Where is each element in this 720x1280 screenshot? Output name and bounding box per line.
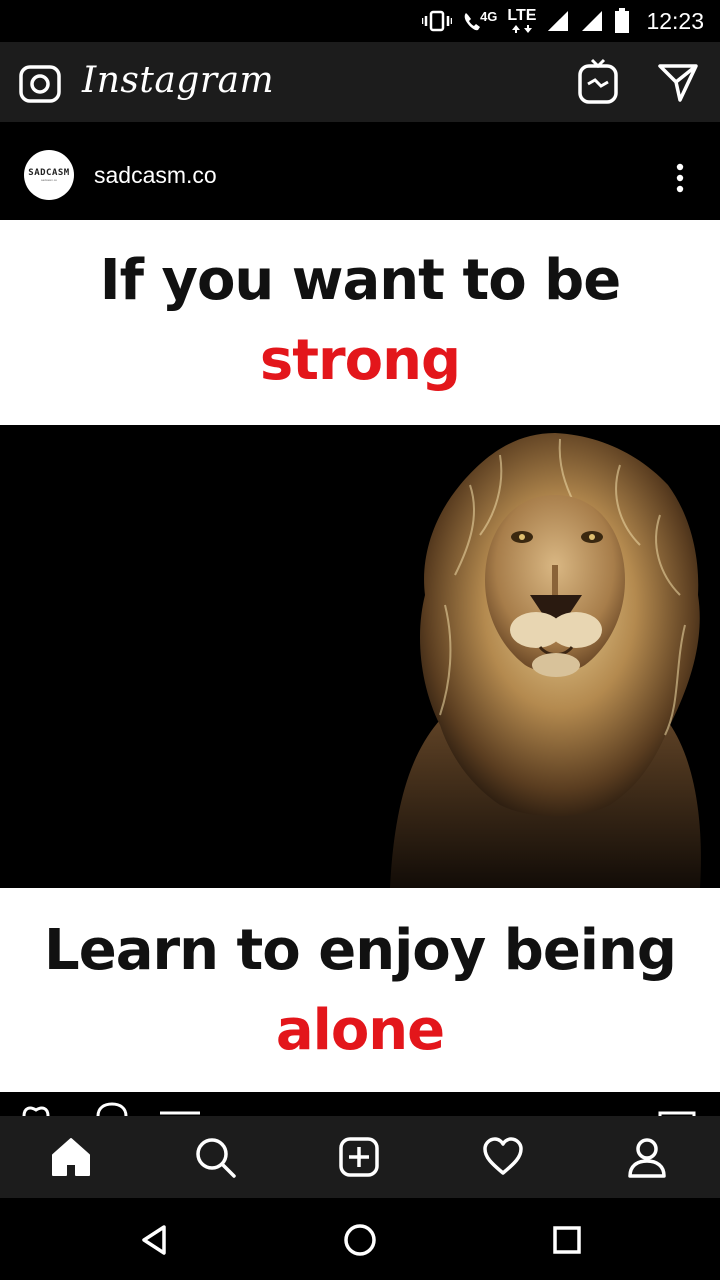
direct-message-icon[interactable] bbox=[656, 60, 700, 104]
lte-label: LTE bbox=[507, 7, 537, 24]
status-bar: 4G LTE 12:23 bbox=[0, 0, 720, 42]
image-text-line3: Learn to enjoy being bbox=[44, 918, 677, 983]
post-image[interactable]: If you want to be strong Learn to enjoy … bbox=[0, 220, 720, 1092]
bottom-nav bbox=[0, 1116, 720, 1198]
image-caption-top: If you want to be strong bbox=[0, 220, 720, 425]
app-bar: Instagram bbox=[0, 42, 720, 122]
lte-indicator: LTE bbox=[507, 8, 536, 34]
post-header: SADCASM sadcasm.co sadcasm.co bbox=[0, 122, 720, 220]
image-caption-bottom: Learn to enjoy being alone bbox=[0, 888, 720, 1092]
network-type-label: 4G bbox=[480, 8, 498, 24]
search-icon[interactable] bbox=[190, 1132, 240, 1182]
avatar-logo-text: SADCASM bbox=[28, 168, 70, 178]
signal-icon bbox=[580, 9, 604, 33]
instagram-logo: Instagram bbox=[82, 60, 275, 101]
status-time: 12:23 bbox=[646, 7, 704, 34]
back-icon[interactable] bbox=[132, 1218, 176, 1262]
igtv-icon[interactable] bbox=[576, 58, 620, 106]
more-options-icon[interactable] bbox=[664, 158, 696, 198]
camera-icon[interactable] bbox=[18, 62, 62, 106]
signal-icon bbox=[546, 9, 570, 33]
wifi-calling-icon: 4G bbox=[462, 10, 497, 33]
lion-photo bbox=[0, 425, 720, 888]
profile-icon[interactable] bbox=[622, 1132, 672, 1182]
home-icon[interactable] bbox=[46, 1132, 96, 1182]
comment-icon bbox=[96, 1102, 128, 1116]
avatar-logo-subtext: sadcasm.co bbox=[40, 178, 57, 182]
recents-icon[interactable] bbox=[545, 1218, 589, 1262]
post-username[interactable]: sadcasm.co bbox=[94, 162, 217, 189]
like-icon bbox=[22, 1106, 50, 1116]
vibrate-icon bbox=[422, 10, 453, 32]
image-text-highlight: strong bbox=[259, 328, 461, 393]
new-post-icon[interactable] bbox=[334, 1132, 384, 1182]
system-nav-bar bbox=[0, 1198, 720, 1280]
post-actions-row bbox=[0, 1092, 720, 1116]
avatar[interactable]: SADCASM sadcasm.co bbox=[24, 150, 74, 200]
home-circle-icon[interactable] bbox=[338, 1218, 382, 1262]
image-text-line1: If you want to be bbox=[99, 248, 622, 313]
image-text-highlight-2: alone bbox=[275, 998, 445, 1063]
activity-icon[interactable] bbox=[478, 1132, 528, 1182]
battery-icon bbox=[614, 8, 630, 34]
lion-illustration bbox=[0, 425, 720, 888]
